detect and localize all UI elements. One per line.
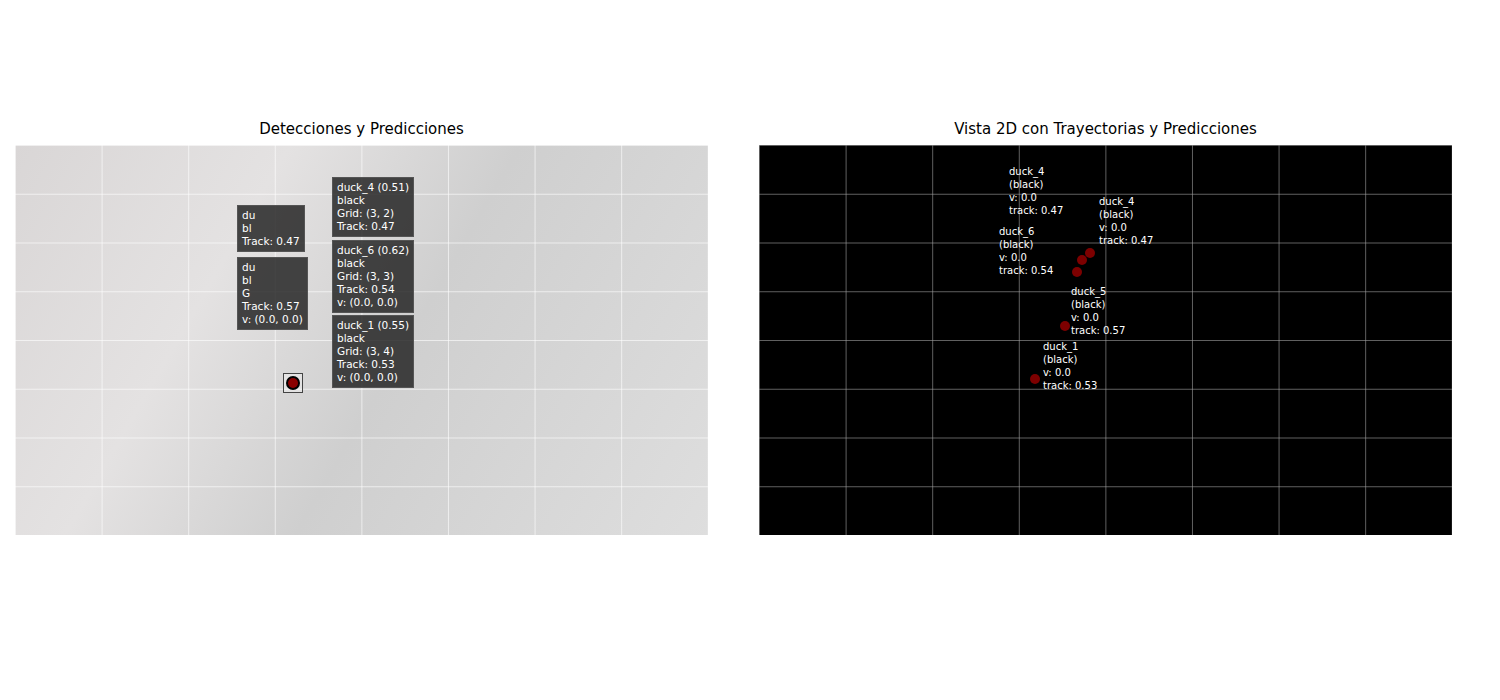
detection-label: dublGTrack: 0.57v: (0.0, 0.0) xyxy=(237,257,308,330)
track-label: duck_1(black)v: 0.0track: 0.53 xyxy=(1043,340,1097,392)
track-label: duck_4(black)v: 0.0track: 0.47 xyxy=(1099,195,1153,247)
detections-panel: Detecciones y Predicciones duck_4 (0.51)b… xyxy=(15,119,708,700)
track-label: duck_6(black)v: 0.0track: 0.54 xyxy=(999,225,1053,277)
track-label: duck_4(black)v: 0.0track: 0.47 xyxy=(1009,165,1063,217)
track-label: duck_5(black)v: 0.0track: 0.57 xyxy=(1071,285,1125,337)
detection-label: dublTrack: 0.47 xyxy=(237,205,305,252)
panel-title: Vista 2D con Trayectorias y Predicciones xyxy=(759,119,1452,139)
figure: Detecciones y Predicciones duck_4 (0.51)b… xyxy=(0,0,1500,700)
view2d-canvas: duck_4(black)v: 0.0track: 0.47 duck_4(bla… xyxy=(759,145,1452,535)
video-frame: duck_4 (0.51)blackGrid: (3, 2)Track: 0.4… xyxy=(15,145,708,535)
detection-label: duck_4 (0.51)blackGrid: (3, 2)Track: 0.4… xyxy=(332,177,414,237)
detection-label: duck_1 (0.55)blackGrid: (3, 4)Track: 0.5… xyxy=(332,315,414,388)
track-point xyxy=(1072,267,1082,277)
detection-marker xyxy=(283,373,303,393)
view2d-panel: Vista 2D con Trayectorias y Predicciones… xyxy=(759,119,1452,700)
track-point xyxy=(1077,255,1087,265)
panel-title: Detecciones y Predicciones xyxy=(15,119,708,139)
detection-label: duck_6 (0.62)blackGrid: (3, 3)Track: 0.5… xyxy=(332,240,414,313)
track-point xyxy=(1060,321,1070,331)
